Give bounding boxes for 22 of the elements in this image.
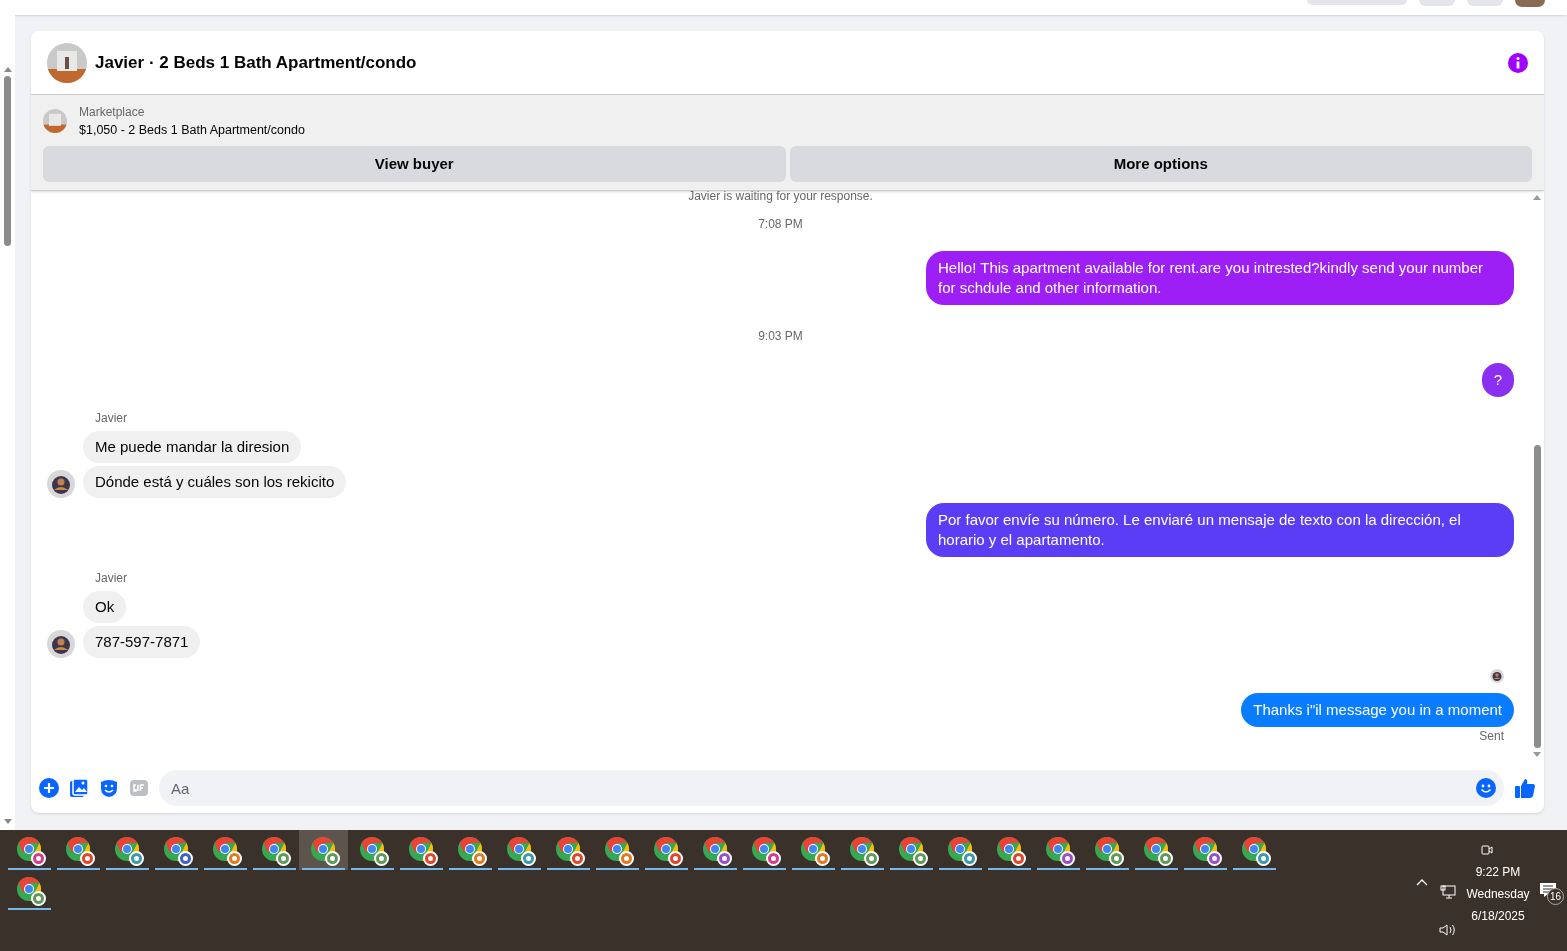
message-bubble: Hello! This apartment available for rent.are you intrested?kindly send your number for schdule and other information. <box>926 250 1514 305</box>
message-bubble: Dónde está y cuáles son los rekicito <box>83 465 347 498</box>
message-bubble: Thanks i"il message you in a moment <box>1241 692 1514 727</box>
conversation-title: Javier · 2 Beds 1 Bath Apartment/condo <box>95 51 418 74</box>
message-bubble: 787-597-7871 <box>83 625 201 658</box>
message-bubble: ? <box>1481 362 1514 397</box>
clock[interactable]: 9:22 PM Wednesday 6/18/2025 <box>1459 857 1537 937</box>
delivery-status: Sent <box>1479 727 1504 745</box>
listing-summary: $1,050 - 2 Beds 1 Bath Apartment/condo <box>79 122 305 139</box>
message-field[interactable]: Aa <box>159 770 1504 806</box>
listing-source: Marketplace <box>79 104 146 121</box>
message-bubble: Me puede mandar la diresion <box>83 430 302 463</box>
view-buyer-button[interactable]: View buyer <box>43 145 786 182</box>
more-options-button[interactable]: More options <box>789 145 1532 182</box>
notification-count: 16 <box>1547 888 1564 905</box>
sender-name: Javier <box>95 570 127 585</box>
sender-name: Javier <box>95 410 127 425</box>
message-bubble: Ok <box>83 590 127 623</box>
status-notice: Javier is waiting for your response. <box>688 188 873 203</box>
message-bubble: Por favor envíe su número. Le enviaré un mensaje de texto con la dirección, el horario y el apartamento. <box>926 502 1514 557</box>
timestamp: 7:08 PM <box>758 215 803 233</box>
timestamp: 9:03 PM <box>758 327 803 345</box>
